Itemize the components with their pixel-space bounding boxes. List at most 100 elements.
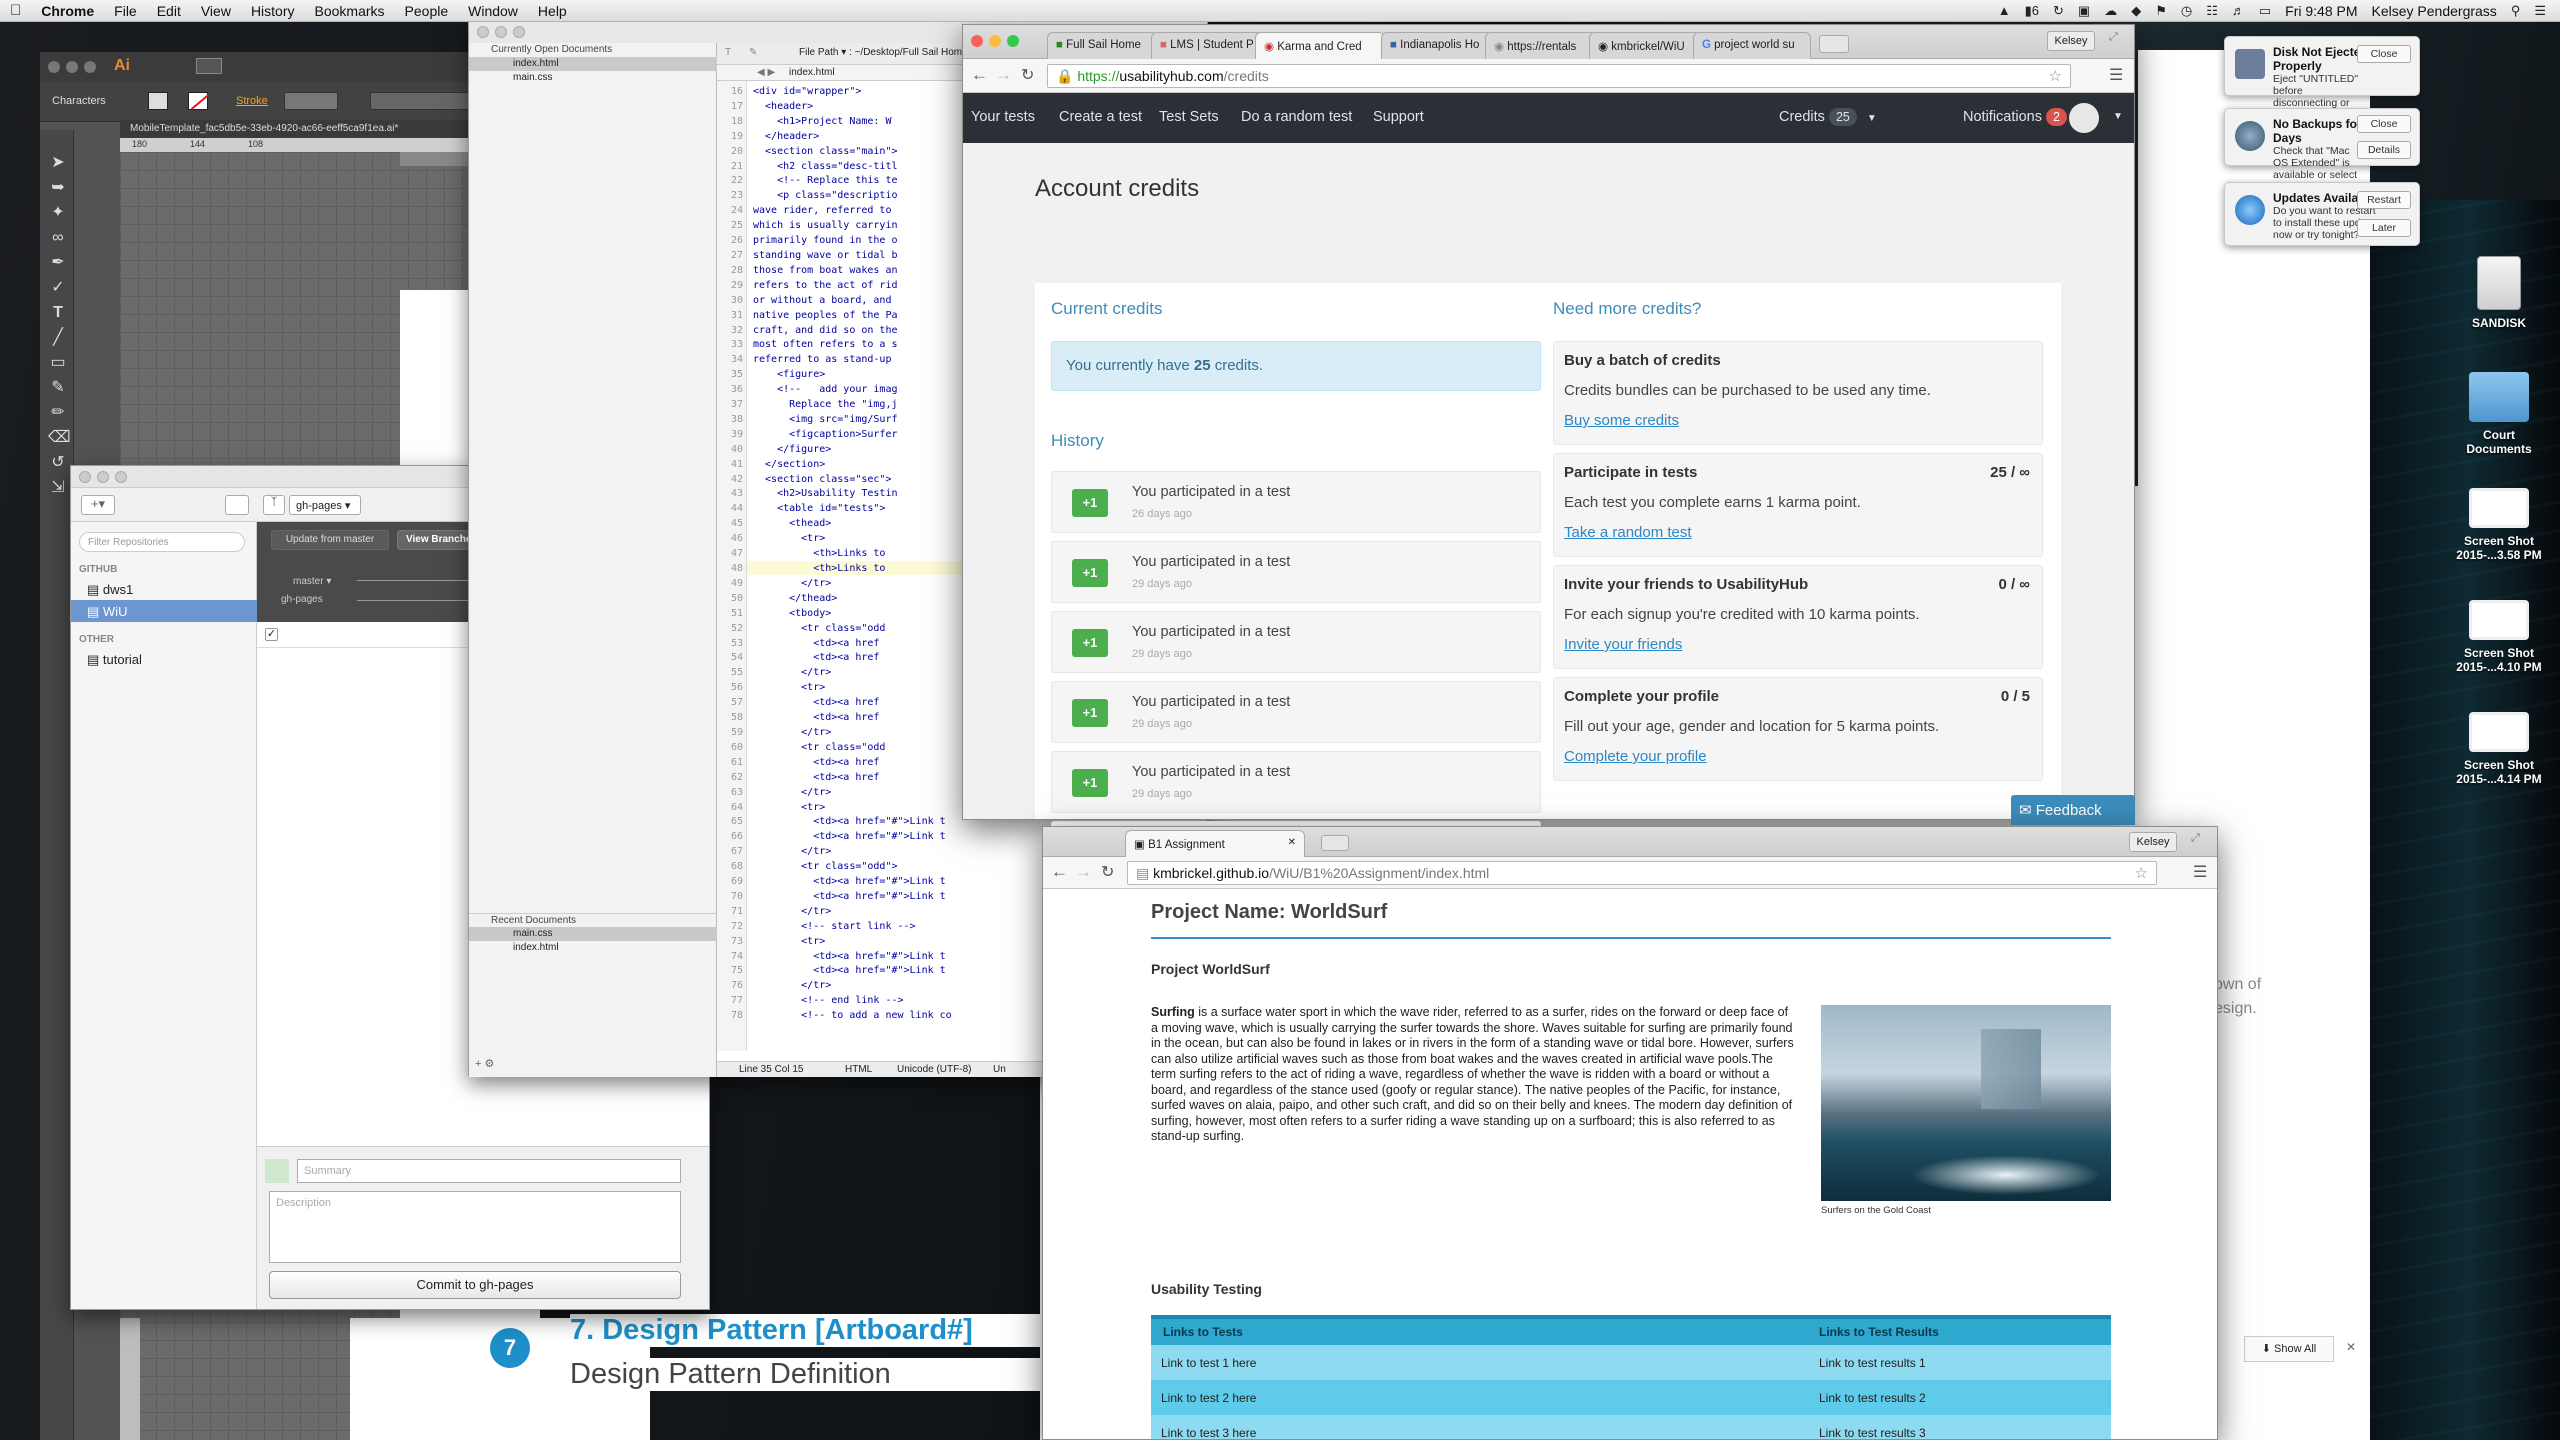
stroke-label[interactable]: Stroke (236, 95, 268, 107)
nav-create-test[interactable]: Create a test (1059, 109, 1142, 125)
test-results-link[interactable]: Link to test results 2 (1815, 1380, 2111, 1415)
tab-lms[interactable]: ■ LMS | Student P (1151, 32, 1263, 59)
description-input[interactable]: Description (269, 1191, 681, 1263)
reload-icon[interactable]: ↻ (1101, 862, 1114, 882)
bookmark-star-icon[interactable]: ☆ (2049, 67, 2062, 85)
offer-link[interactable]: Complete your profile (1564, 748, 1707, 765)
repo-item-dws1[interactable]: ▤ dws1 (87, 578, 257, 600)
tab-karma-credits[interactable]: ◉ Karma and Cred (1255, 32, 1385, 59)
menu-bookmarks[interactable]: Bookmarks (305, 3, 395, 19)
fullscreen-icon[interactable]: ⤢ (2109, 31, 2118, 44)
notification-backup[interactable]: No Backups for 156 Days Check that "Mac … (2224, 108, 2420, 193)
back-icon[interactable]: ← (971, 65, 988, 85)
commit-button[interactable]: Commit to gh-pages (269, 1271, 681, 1299)
chrome-menu-icon[interactable]: ☰ (2109, 65, 2123, 85)
address-bar[interactable]: 🔒 https://usabilityhub.com/credits ☆ (1047, 64, 2071, 88)
pencil-icon[interactable]: ✎ (749, 47, 757, 58)
test-link[interactable]: Link to test 1 here (1151, 1345, 1815, 1380)
volume-icon[interactable]: ♬ (2232, 3, 2245, 18)
adobe-status-icon[interactable]: ▲ (1998, 3, 2011, 18)
menu-file[interactable]: File (104, 3, 147, 19)
close-window-button[interactable] (48, 61, 60, 73)
close-window-button[interactable] (477, 26, 489, 38)
desktop-icon-court-documents[interactable]: Court Documents (2454, 372, 2544, 456)
details-button[interactable]: Details (2357, 141, 2411, 159)
menu-edit[interactable]: Edit (147, 3, 191, 19)
line-tool-icon[interactable]: ╱ (48, 325, 68, 350)
language-selector[interactable]: HTML (845, 1064, 872, 1075)
fill-swatch[interactable] (148, 92, 168, 110)
spotlight-search-icon[interactable]: ⚲ (2511, 3, 2521, 19)
offer-link[interactable]: Take a random test (1564, 524, 1692, 541)
cloud-icon[interactable]: ☁ (2104, 3, 2117, 19)
close-window-button[interactable] (971, 35, 983, 47)
address-bar[interactable]: ▤ kmbrickel.github.io/WiU/B1%20Assignmen… (1127, 861, 2157, 885)
profile-button[interactable]: Kelsey (2047, 31, 2095, 51)
restart-button[interactable]: Restart (2357, 191, 2411, 209)
type-tool-icon[interactable]: T (48, 300, 68, 325)
tab-indianapolis[interactable]: ■ Indianapolis Ho (1381, 32, 1493, 59)
tab-google-search[interactable]: G project world su (1693, 32, 1811, 59)
tab-full-sail-home[interactable]: ■ Full Sail Home (1047, 32, 1159, 59)
app-menu[interactable]: Chrome (31, 3, 104, 19)
wifi-icon[interactable]: ☷ (2206, 3, 2218, 19)
close-button[interactable]: Close (2357, 115, 2411, 133)
summary-input[interactable]: Summary (297, 1159, 681, 1183)
menu-people[interactable]: People (395, 3, 459, 19)
shield-icon[interactable]: ⚑ (2155, 3, 2167, 19)
nav-random-test[interactable]: Do a random test (1241, 109, 1352, 125)
desktop-icon-screenshot-1[interactable]: Screen Shot 2015-...3.58 PM (2454, 488, 2544, 562)
avatar[interactable] (2069, 103, 2099, 133)
zoom-window-button[interactable] (115, 471, 127, 483)
menubar-clock[interactable]: Fri 9:48 PM (2285, 3, 2357, 19)
minimize-window-button[interactable] (989, 35, 1001, 47)
desktop-icon-screenshot-2[interactable]: Screen Shot 2015-...4.10 PM (2454, 600, 2544, 674)
menubar-user[interactable]: Kelsey Pendergrass (2372, 3, 2497, 19)
reload-icon[interactable]: ↻ (1021, 65, 1034, 85)
show-all-downloads-button[interactable]: ⬇ Show All (2244, 1336, 2334, 1362)
test-results-link[interactable]: Link to test results 3 (1815, 1415, 2111, 1440)
zoom-window-button[interactable] (1007, 35, 1019, 47)
notification-center-icon[interactable]: ☰ (2534, 3, 2546, 19)
test-results-link[interactable]: Link to test results 1 (1815, 1345, 2111, 1380)
desktop-icon-sandisk[interactable]: SANDISK (2454, 256, 2544, 330)
menu-history[interactable]: History (241, 3, 305, 19)
curvature-tool-icon[interactable]: ✓ (48, 275, 68, 300)
forward-icon[interactable]: → (995, 65, 1012, 85)
magic-wand-icon[interactable]: ✦ (48, 200, 68, 225)
fullscreen-icon[interactable]: ⤢ (2191, 832, 2200, 845)
nav-test-sets[interactable]: Test Sets (1159, 109, 1219, 125)
open-doc-item[interactable]: index.html (469, 57, 717, 71)
lasso-icon[interactable]: ∞ (48, 225, 68, 250)
pen-tool-icon[interactable]: ✒ (48, 250, 68, 275)
apple-menu-icon[interactable]:  (0, 2, 31, 19)
encoding-selector[interactable]: Unicode (UTF-8) (897, 1064, 971, 1075)
notification-updates[interactable]: Updates Available Do you want to restart… (2224, 182, 2420, 246)
filter-repositories-input[interactable]: Filter Repositories (79, 532, 245, 552)
pencil-icon[interactable]: ✏ (48, 400, 68, 425)
later-button[interactable]: Later (2357, 219, 2411, 237)
chevron-down-icon[interactable]: ▼ (2113, 111, 2123, 122)
open-doc-item[interactable]: main.css (469, 71, 717, 85)
update-from-master-button[interactable]: Update from master (271, 530, 389, 550)
arrange-documents-icon[interactable] (196, 58, 222, 74)
close-window-button[interactable] (79, 471, 91, 483)
desktop-icon-screenshot-3[interactable]: Screen Shot 2015-...4.14 PM (2454, 712, 2544, 786)
minimize-window-button[interactable] (495, 26, 507, 38)
tab-github[interactable]: ◉ kmbrickel/WiU (1589, 32, 1701, 59)
dropbox-icon[interactable]: ◆ (2131, 3, 2141, 19)
display-icon[interactable]: ▣ (2078, 3, 2090, 19)
line-endings-selector[interactable]: Un (993, 1064, 1006, 1075)
profile-button[interactable]: Kelsey (2129, 832, 2177, 852)
text-options-icon[interactable]: T (725, 47, 731, 58)
test-link[interactable]: Link to test 3 here (1151, 1415, 1815, 1440)
add-repository-icon[interactable]: +▾ (81, 495, 115, 515)
menu-help[interactable]: Help (528, 3, 577, 19)
recent-doc-item[interactable]: index.html (469, 941, 717, 955)
nav-your-tests[interactable]: Your tests (971, 109, 1035, 125)
branch-icon[interactable]: ᛉ (263, 495, 285, 515)
back-icon[interactable]: ← (1051, 862, 1068, 882)
offer-link[interactable]: Buy some credits (1564, 412, 1679, 429)
zoom-window-button[interactable] (84, 61, 96, 73)
file-path[interactable]: File Path ▾ : ~/Desktop/Full Sail Home (799, 47, 968, 58)
